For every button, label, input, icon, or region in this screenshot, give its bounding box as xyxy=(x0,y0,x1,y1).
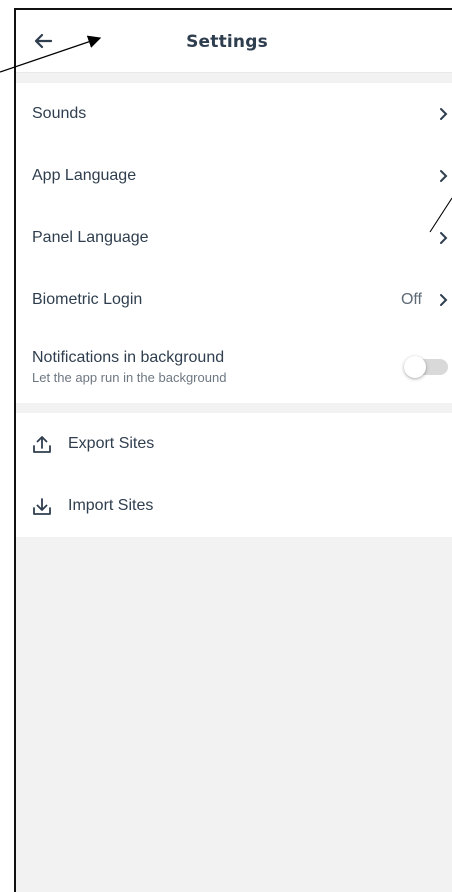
chevron-right-icon xyxy=(439,145,448,207)
biometric-login-label: Biometric Login xyxy=(32,291,143,308)
panel-language-label: Panel Language xyxy=(32,229,149,246)
chevron-right-icon xyxy=(439,83,448,145)
page-title: Settings xyxy=(186,32,268,52)
chevron-right-icon xyxy=(439,269,448,331)
export-sites-button[interactable]: Export Sites xyxy=(16,413,452,475)
export-sites-label: Export Sites xyxy=(68,435,155,452)
import-sites-label: Import Sites xyxy=(68,497,154,514)
notifications-row: Notifications in background Let the app … xyxy=(16,331,452,403)
biometric-login-row[interactable]: Biometric Login Off xyxy=(16,269,452,331)
chevron-right-icon xyxy=(439,207,448,269)
app-language-row[interactable]: App Language xyxy=(16,145,452,207)
sounds-label: Sounds xyxy=(32,105,87,122)
app-language-label: App Language xyxy=(32,167,137,184)
settings-list: Sounds App Language Panel Language Biome… xyxy=(16,83,452,403)
actions-list: Export Sites Import Sites xyxy=(16,413,452,537)
import-sites-button[interactable]: Import Sites xyxy=(16,475,452,537)
app-header: Settings xyxy=(16,10,452,73)
download-icon xyxy=(32,495,54,517)
settings-screen: Settings Sounds App Language Panel Langu… xyxy=(14,8,452,892)
panel-language-row[interactable]: Panel Language xyxy=(16,207,452,269)
sounds-row[interactable]: Sounds xyxy=(16,83,452,145)
notifications-label: Notifications in background xyxy=(32,349,225,366)
toggle-knob xyxy=(404,356,426,378)
notifications-toggle[interactable] xyxy=(404,356,448,378)
upload-icon xyxy=(32,433,54,455)
biometric-login-value: Off xyxy=(400,291,422,308)
notifications-text: Notifications in background Let the app … xyxy=(32,349,226,385)
notifications-sublabel: Let the app run in the background xyxy=(32,370,227,385)
